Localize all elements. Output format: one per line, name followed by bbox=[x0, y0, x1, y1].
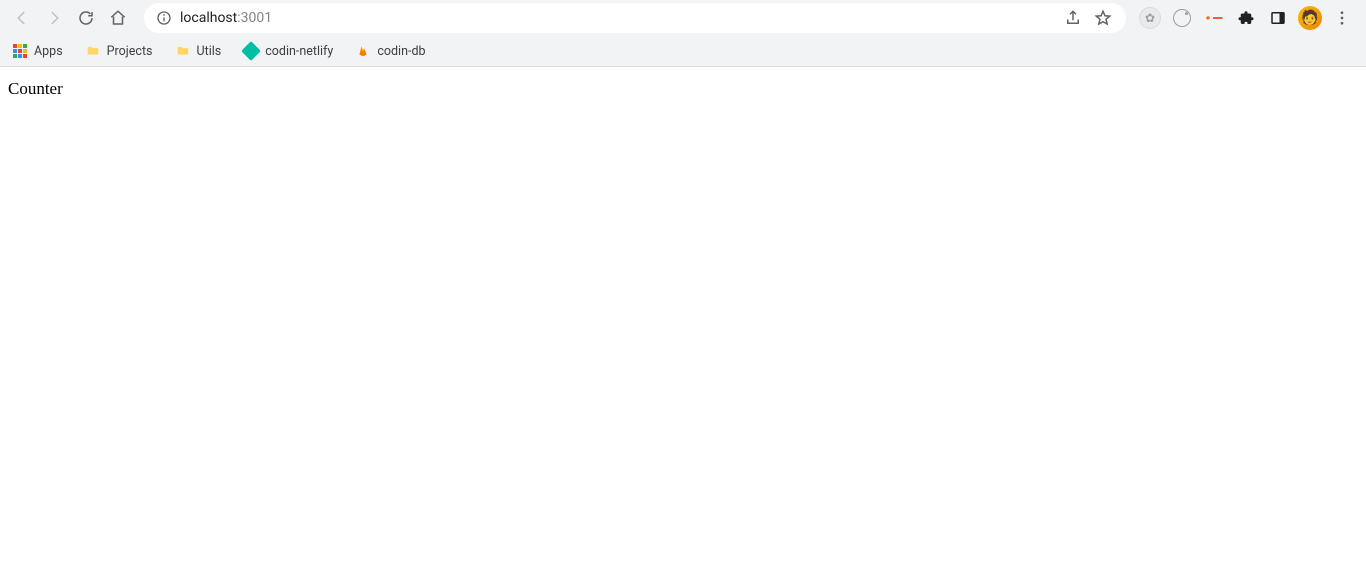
dots-vertical-icon bbox=[1333, 9, 1351, 27]
bookmark-codin-netlify[interactable]: codin-netlify bbox=[241, 41, 335, 61]
toolbar-right: ✿ 🧑 bbox=[1138, 6, 1358, 30]
folder-icon bbox=[85, 43, 101, 59]
apps-grid-icon bbox=[12, 43, 28, 59]
page-content: Counter bbox=[0, 67, 1366, 111]
url-text: localhost:3001 bbox=[180, 10, 272, 26]
url-host: localhost bbox=[180, 10, 237, 26]
bookmark-utils[interactable]: Utils bbox=[173, 41, 224, 61]
bookmarks-bar: Apps Projects Utils codin-netlify codin-… bbox=[0, 36, 1366, 66]
chrome-menu-button[interactable] bbox=[1330, 6, 1354, 30]
panel-icon bbox=[1269, 9, 1287, 27]
url-port: :3001 bbox=[237, 10, 272, 26]
bookmark-label: Apps bbox=[34, 44, 63, 59]
address-bar[interactable]: localhost:3001 bbox=[144, 3, 1126, 33]
reload-button[interactable] bbox=[72, 4, 100, 32]
bookmark-label: Projects bbox=[107, 44, 153, 59]
extension-1[interactable]: ✿ bbox=[1138, 6, 1162, 30]
share-button[interactable] bbox=[1062, 7, 1084, 29]
share-icon bbox=[1064, 9, 1082, 27]
back-button[interactable] bbox=[8, 4, 36, 32]
folder-icon bbox=[175, 43, 191, 59]
avatar-icon: 🧑 bbox=[1298, 6, 1322, 30]
puzzle-icon bbox=[1237, 9, 1255, 27]
bookmark-projects[interactable]: Projects bbox=[83, 41, 155, 61]
bookmark-label: Utils bbox=[197, 44, 222, 59]
arrow-left-icon bbox=[13, 9, 31, 27]
home-icon bbox=[109, 9, 127, 27]
bookmark-apps[interactable]: Apps bbox=[10, 41, 65, 61]
extension-3[interactable] bbox=[1202, 6, 1226, 30]
diamond-icon bbox=[243, 43, 259, 59]
forward-button[interactable] bbox=[40, 4, 68, 32]
extension-badge-icon: ✿ bbox=[1139, 7, 1161, 29]
fire-icon bbox=[355, 43, 371, 59]
star-icon bbox=[1094, 9, 1112, 27]
extension-2[interactable] bbox=[1170, 6, 1194, 30]
circle-dot-icon bbox=[1173, 9, 1191, 27]
profile-avatar[interactable]: 🧑 bbox=[1298, 6, 1322, 30]
page-heading: Counter bbox=[8, 79, 1358, 99]
info-icon bbox=[156, 10, 172, 26]
bookmark-codin-db[interactable]: codin-db bbox=[353, 41, 427, 61]
home-button[interactable] bbox=[104, 4, 132, 32]
site-info-button[interactable] bbox=[156, 10, 172, 26]
bookmark-label: codin-db bbox=[377, 44, 425, 59]
browser-navigation-row: localhost:3001 ✿ 🧑 bbox=[0, 0, 1366, 36]
bookmark-star-button[interactable] bbox=[1092, 7, 1114, 29]
side-panel-button[interactable] bbox=[1266, 6, 1290, 30]
arrow-right-icon bbox=[45, 9, 63, 27]
bookmark-label: codin-netlify bbox=[265, 44, 333, 59]
reload-icon bbox=[77, 9, 95, 27]
brush-icon bbox=[1201, 5, 1226, 30]
extensions-button[interactable] bbox=[1234, 6, 1258, 30]
